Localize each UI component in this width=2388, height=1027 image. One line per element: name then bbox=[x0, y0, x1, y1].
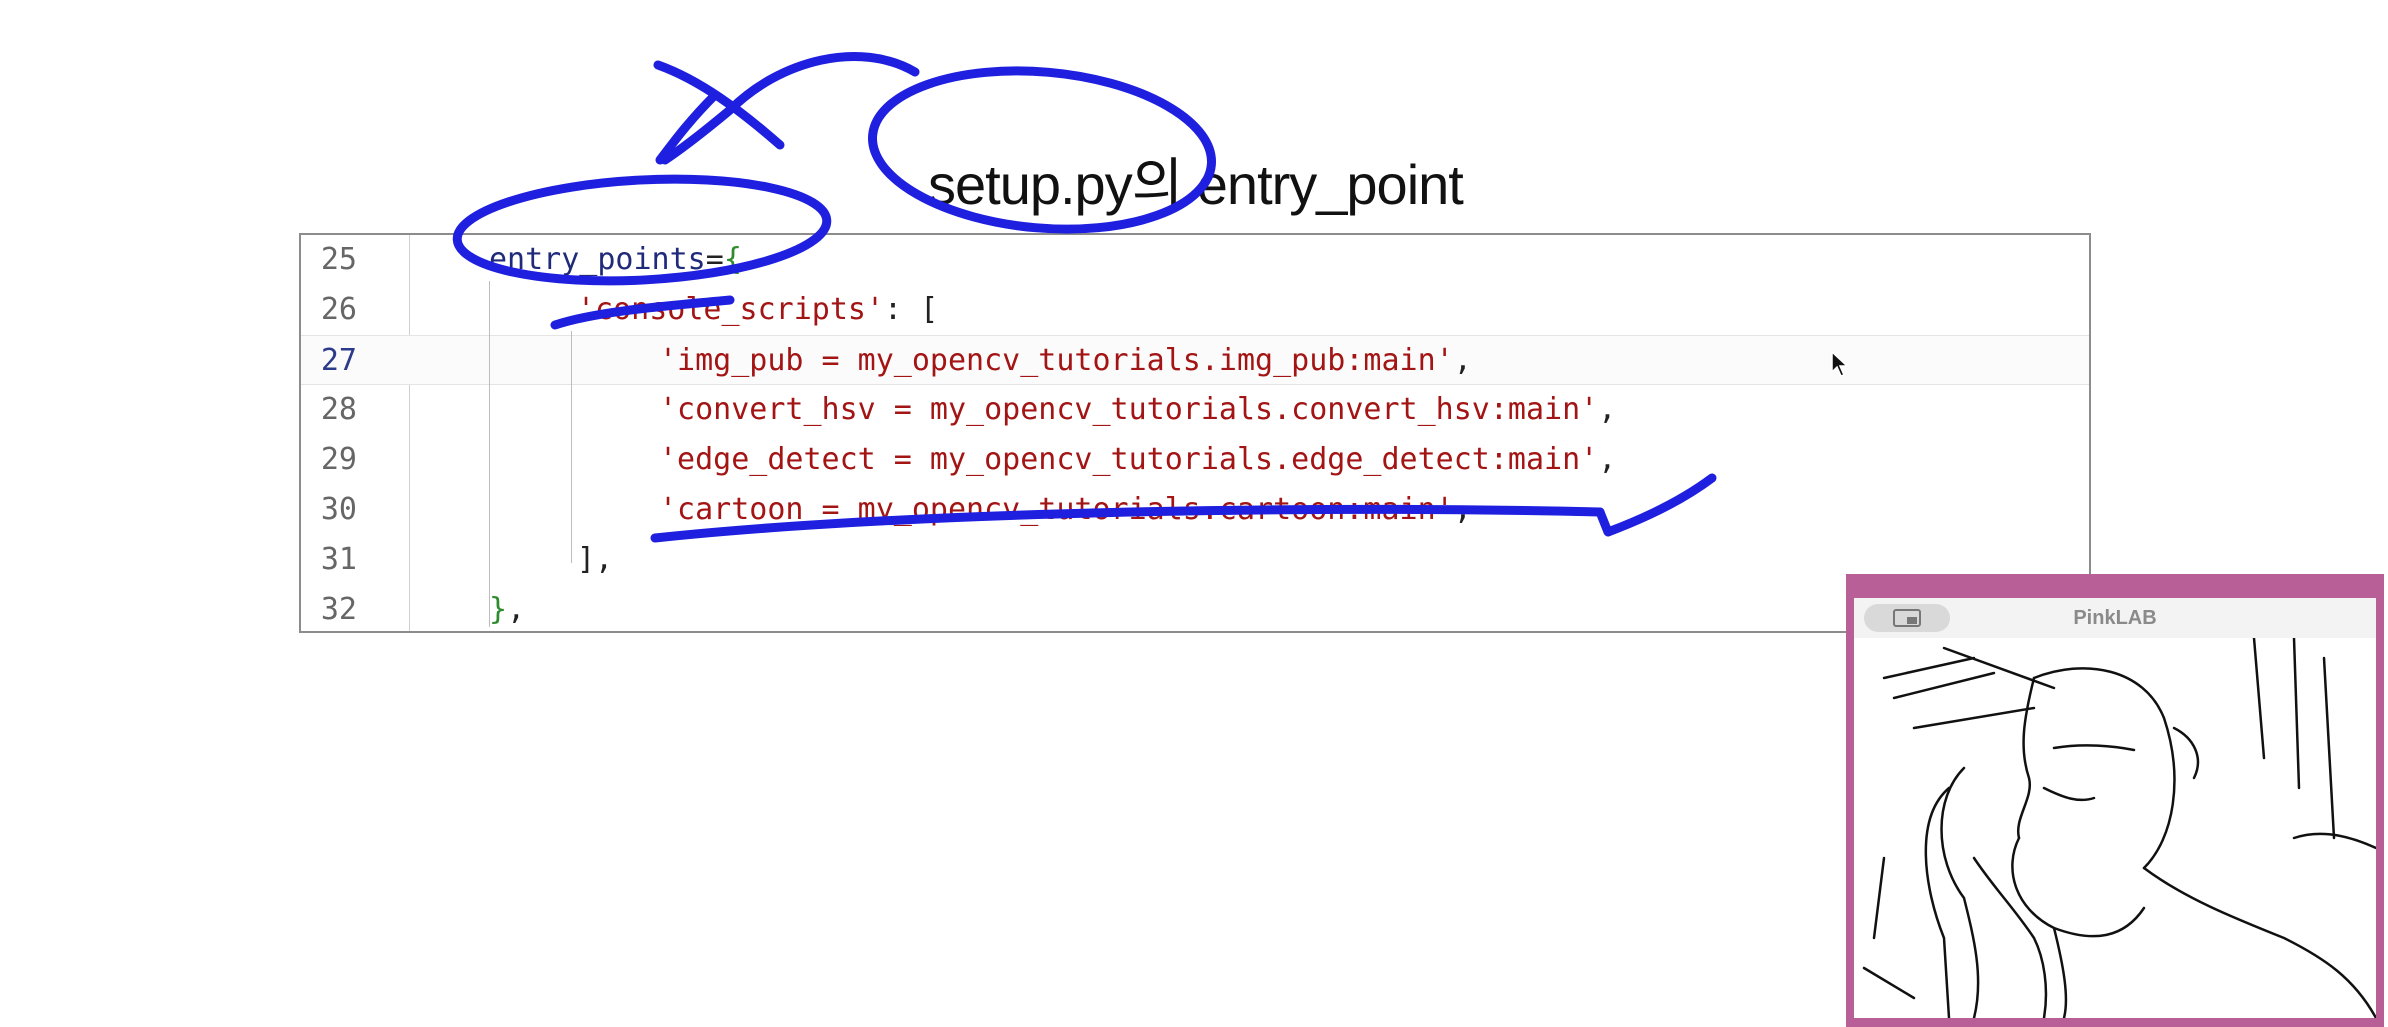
code-line[interactable]: 30 'cartoon = my_opencv_tutorials.cartoon… bbox=[301, 485, 2089, 535]
slide-title: setup.py의 entry_point bbox=[928, 153, 1464, 216]
line-number: 29 bbox=[320, 442, 357, 477]
cartoon-video-frame bbox=[1862, 638, 2376, 1018]
code-token: 'convert_hsv = my_opencv_tutorials.conve… bbox=[659, 392, 1599, 427]
code-token: , bbox=[507, 592, 526, 627]
code-token: 'img_pub = my_opencv_tutorials.img_pub:m… bbox=[659, 343, 1454, 378]
code-text: }, bbox=[489, 585, 525, 635]
code-text: entry_points={ bbox=[489, 235, 742, 285]
annotation-arrow-head bbox=[653, 60, 785, 165]
code-token: = bbox=[705, 242, 724, 277]
line-number: 26 bbox=[320, 292, 357, 327]
code-token: } bbox=[489, 592, 508, 627]
code-token: : [ bbox=[884, 292, 939, 327]
code-line[interactable]: 31], bbox=[301, 535, 2089, 585]
code-token: { bbox=[723, 242, 742, 277]
code-line[interactable]: 27 'img_pub = my_opencv_tutorials.img_pub… bbox=[301, 335, 2089, 385]
code-token: ], bbox=[577, 542, 614, 577]
webcam-title: PinkLAB bbox=[2073, 607, 2157, 629]
code-line[interactable]: 32}, bbox=[301, 585, 2089, 635]
code-line[interactable]: 25 entry_points={ bbox=[301, 235, 2089, 285]
code-token: , bbox=[1453, 492, 1472, 527]
code-token: 'edge_detect = my_opencv_tutorials.edge_… bbox=[659, 442, 1599, 477]
annotation-arrow bbox=[660, 52, 920, 165]
code-line[interactable]: 26 'console_scripts': [ bbox=[301, 285, 2089, 335]
code-editor[interactable]: 25 entry_points={26'console_scripts': [27… bbox=[299, 233, 2091, 633]
indent-guide bbox=[489, 281, 490, 627]
code-token: , bbox=[1598, 442, 1617, 477]
code-line[interactable]: 29 'edge_detect = my_opencv_tutorials.edg… bbox=[301, 435, 2089, 485]
code-text: 'img_pub = my_opencv_tutorials.img_pub:m… bbox=[659, 336, 1472, 386]
line-number: 32 bbox=[320, 592, 357, 627]
code-token: , bbox=[1598, 392, 1617, 427]
indent-guide bbox=[571, 331, 572, 563]
code-token: , bbox=[1453, 343, 1472, 378]
webcam-titlebar[interactable]: PinkLAB bbox=[1854, 598, 2376, 639]
mouse-cursor-icon bbox=[1831, 350, 1849, 377]
code-token: 'cartoon = my_opencv_tutorials.cartoon:m… bbox=[659, 492, 1454, 527]
code-text: 'cartoon = my_opencv_tutorials.cartoon:m… bbox=[659, 485, 1472, 535]
webcam-video bbox=[1854, 638, 2376, 1018]
line-number: 25 bbox=[320, 242, 357, 277]
line-number: 27 bbox=[320, 343, 357, 378]
code-line[interactable]: 28 'convert_hsv = my_opencv_tutorials.con… bbox=[301, 385, 2089, 435]
line-number: 28 bbox=[320, 392, 357, 427]
code-text: ], bbox=[577, 535, 613, 585]
code-text: 'convert_hsv = my_opencv_tutorials.conve… bbox=[659, 385, 1616, 435]
line-number: 30 bbox=[320, 492, 357, 527]
code-text: 'console_scripts': [ bbox=[577, 285, 938, 335]
code-token: 'console_scripts' bbox=[577, 292, 885, 327]
code-text: 'edge_detect = my_opencv_tutorials.edge_… bbox=[659, 435, 1616, 485]
webcam-window[interactable]: PinkLAB bbox=[1846, 574, 2384, 1027]
code-token: entry_points bbox=[489, 242, 706, 277]
line-number: 31 bbox=[320, 542, 357, 577]
